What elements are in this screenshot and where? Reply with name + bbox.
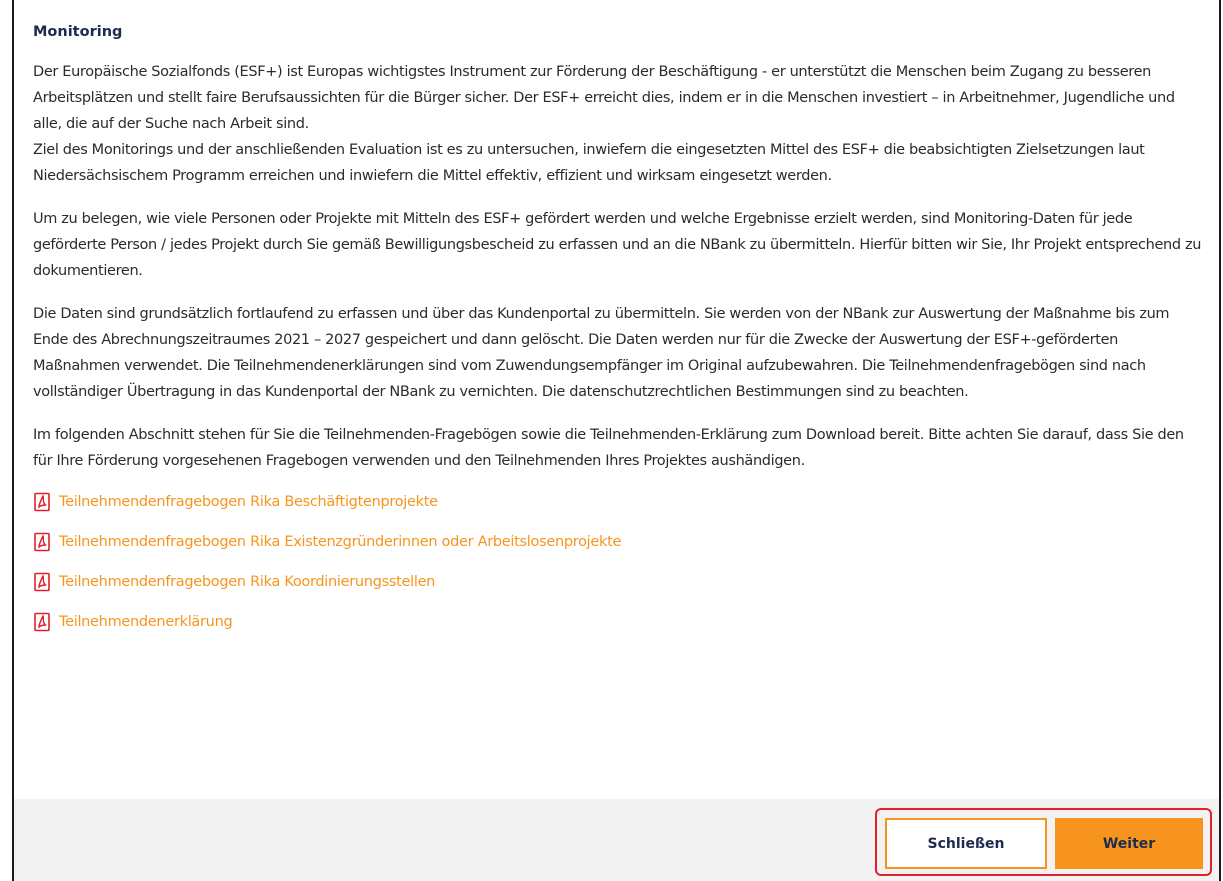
- paragraph-download-info: Im folgenden Abschnitt stehen für Sie di…: [33, 422, 1203, 474]
- download-item: Teilnehmendenfragebogen Rika Existenzgrü…: [33, 531, 1203, 553]
- download-item: Teilnehmendenfragebogen Rika Koordinieru…: [33, 571, 1203, 593]
- dialog-content: Monitoring Der Europäische Sozialfonds (…: [33, 22, 1203, 651]
- close-button[interactable]: Schließen: [885, 818, 1047, 869]
- download-link-existenzgruenderinnen[interactable]: Teilnehmendenfragebogen Rika Existenzgrü…: [59, 534, 621, 550]
- monitoring-dialog: Monitoring Der Europäische Sozialfonds (…: [12, 0, 1221, 881]
- paragraph-data-storage-text: Die Daten sind grundsätzlich fortlaufend…: [33, 306, 1170, 400]
- pdf-icon: [34, 612, 50, 632]
- pdf-icon: [34, 492, 50, 512]
- download-list: Teilnehmendenfragebogen Rika Beschäftigt…: [33, 491, 1203, 633]
- paragraph-esf-intro: Der Europäische Sozialfonds (ESF+) ist E…: [33, 59, 1203, 189]
- download-link-beschaeftigtenprojekte[interactable]: Teilnehmendenfragebogen Rika Beschäftigt…: [59, 494, 438, 510]
- pdf-icon: [34, 532, 50, 552]
- download-item: Teilnehmendenfragebogen Rika Beschäftigt…: [33, 491, 1203, 513]
- paragraph-download-info-text: Im folgenden Abschnitt stehen für Sie di…: [33, 427, 1184, 469]
- download-link-koordinierungsstellen[interactable]: Teilnehmendenfragebogen Rika Koordinieru…: [59, 574, 435, 590]
- paragraph-esf-intro-text: Der Europäische Sozialfonds (ESF+) ist E…: [33, 64, 1175, 184]
- download-link-teilnehmendenerklaerung[interactable]: Teilnehmendenerklärung: [59, 614, 233, 630]
- dialog-footer: Schließen Weiter: [14, 799, 1219, 881]
- pdf-icon: [34, 572, 50, 592]
- paragraph-monitoring-data: Um zu belegen, wie viele Personen oder P…: [33, 206, 1203, 284]
- next-button[interactable]: Weiter: [1055, 818, 1203, 869]
- download-item: Teilnehmendenerklärung: [33, 611, 1203, 633]
- paragraph-data-storage: Die Daten sind grundsätzlich fortlaufend…: [33, 301, 1203, 405]
- dialog-title: Monitoring: [33, 24, 123, 40]
- paragraph-monitoring-data-text: Um zu belegen, wie viele Personen oder P…: [33, 211, 1202, 279]
